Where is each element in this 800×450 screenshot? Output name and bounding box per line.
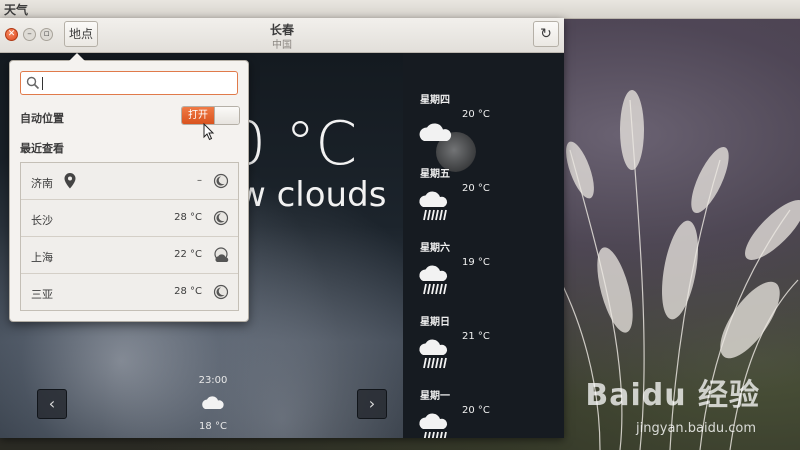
city-name: 上海 <box>31 251 53 264</box>
city-temperature: – <box>197 175 202 186</box>
next-hours-button[interactable]: › <box>357 389 387 419</box>
switch-knob[interactable] <box>214 107 239 124</box>
app-menu-title[interactable]: 天气 <box>4 1 28 18</box>
location-pin-icon <box>64 173 76 189</box>
city-name: 济南 <box>31 177 53 190</box>
forecast-temperature: 20 °C <box>462 183 490 194</box>
forecast-day-label: 星期四 <box>420 95 450 106</box>
window-subtitle: 中国 <box>272 40 292 51</box>
forecast-day-label: 星期五 <box>420 169 450 180</box>
location-search-field[interactable] <box>20 71 238 95</box>
city-temperature: 22 °C <box>174 249 202 260</box>
city-name: 长沙 <box>31 214 53 227</box>
forecast-day-label: 星期日 <box>420 317 450 328</box>
recent-location-row[interactable]: 长沙 28 °C <box>21 200 238 237</box>
chevron-left-icon: ‹ <box>48 394 56 413</box>
hourly-time: 23:00 <box>198 375 228 386</box>
forecast-temperature: 20 °C <box>462 109 490 120</box>
forecast-panel: 星期四 20 °C 星期五 20 °C 星期六 19 °C 星期日 21 °C 星期一 20 °C <box>403 53 564 438</box>
few-clouds-icon <box>202 396 224 409</box>
forecast-temperature: 21 °C <box>462 331 490 342</box>
previous-hours-button[interactable]: ‹ <box>37 389 67 419</box>
current-condition: w clouds <box>238 175 387 215</box>
chevron-right-icon: › <box>368 394 376 413</box>
recent-locations-label: 最近查看 <box>20 142 64 155</box>
places-popover: 自动位置 打开 最近查看 济南 – 长沙 28 °C 上海 22 °C 三亚 28 °C <box>9 53 249 322</box>
refresh-icon: ↻ <box>540 26 552 42</box>
recent-locations-list: 济南 – 长沙 28 °C 上海 22 °C 三亚 28 °C <box>20 162 239 311</box>
refresh-button[interactable]: ↻ <box>533 21 559 47</box>
text-caret <box>42 77 43 90</box>
location-search-input[interactable] <box>41 74 235 94</box>
hourly-temperature: 18 °C <box>199 421 227 432</box>
recent-location-row[interactable]: 上海 22 °C <box>21 237 238 274</box>
baidu-watermark-logo: Baidu 经验 <box>585 378 760 413</box>
top-panel: 天气 <box>0 0 800 19</box>
switch-on-label: 打开 <box>182 107 214 124</box>
forecast-temperature: 19 °C <box>462 257 490 268</box>
rain-icon <box>419 265 448 295</box>
forecast-day-label: 星期六 <box>420 243 450 254</box>
forecast-temperature: 20 °C <box>462 405 490 416</box>
city-temperature: 28 °C <box>174 286 202 297</box>
mouse-pointer-icon <box>203 123 215 141</box>
rain-icon <box>419 413 448 438</box>
clear-night-icon <box>213 210 229 226</box>
cloud-icon <box>419 123 452 141</box>
recent-location-row[interactable]: 三亚 28 °C <box>21 274 238 311</box>
recent-location-row[interactable]: 济南 – <box>21 163 238 200</box>
titlebar: ✕ – ▫ 地点 长春 中国 ↻ <box>0 18 564 53</box>
city-name: 三亚 <box>31 288 53 301</box>
few-clouds-night-icon <box>214 247 229 262</box>
forecast-day-label: 星期一 <box>420 391 450 402</box>
rain-icon <box>419 191 448 221</box>
clear-night-icon <box>213 284 229 300</box>
watermark-url: jingyan.baidu.com <box>636 421 756 436</box>
popover-arrow <box>69 53 85 61</box>
auto-location-label: 自动位置 <box>20 112 64 125</box>
search-icon <box>26 76 40 90</box>
clear-night-icon <box>213 173 229 189</box>
city-temperature: 28 °C <box>174 212 202 223</box>
rain-icon <box>419 339 448 369</box>
